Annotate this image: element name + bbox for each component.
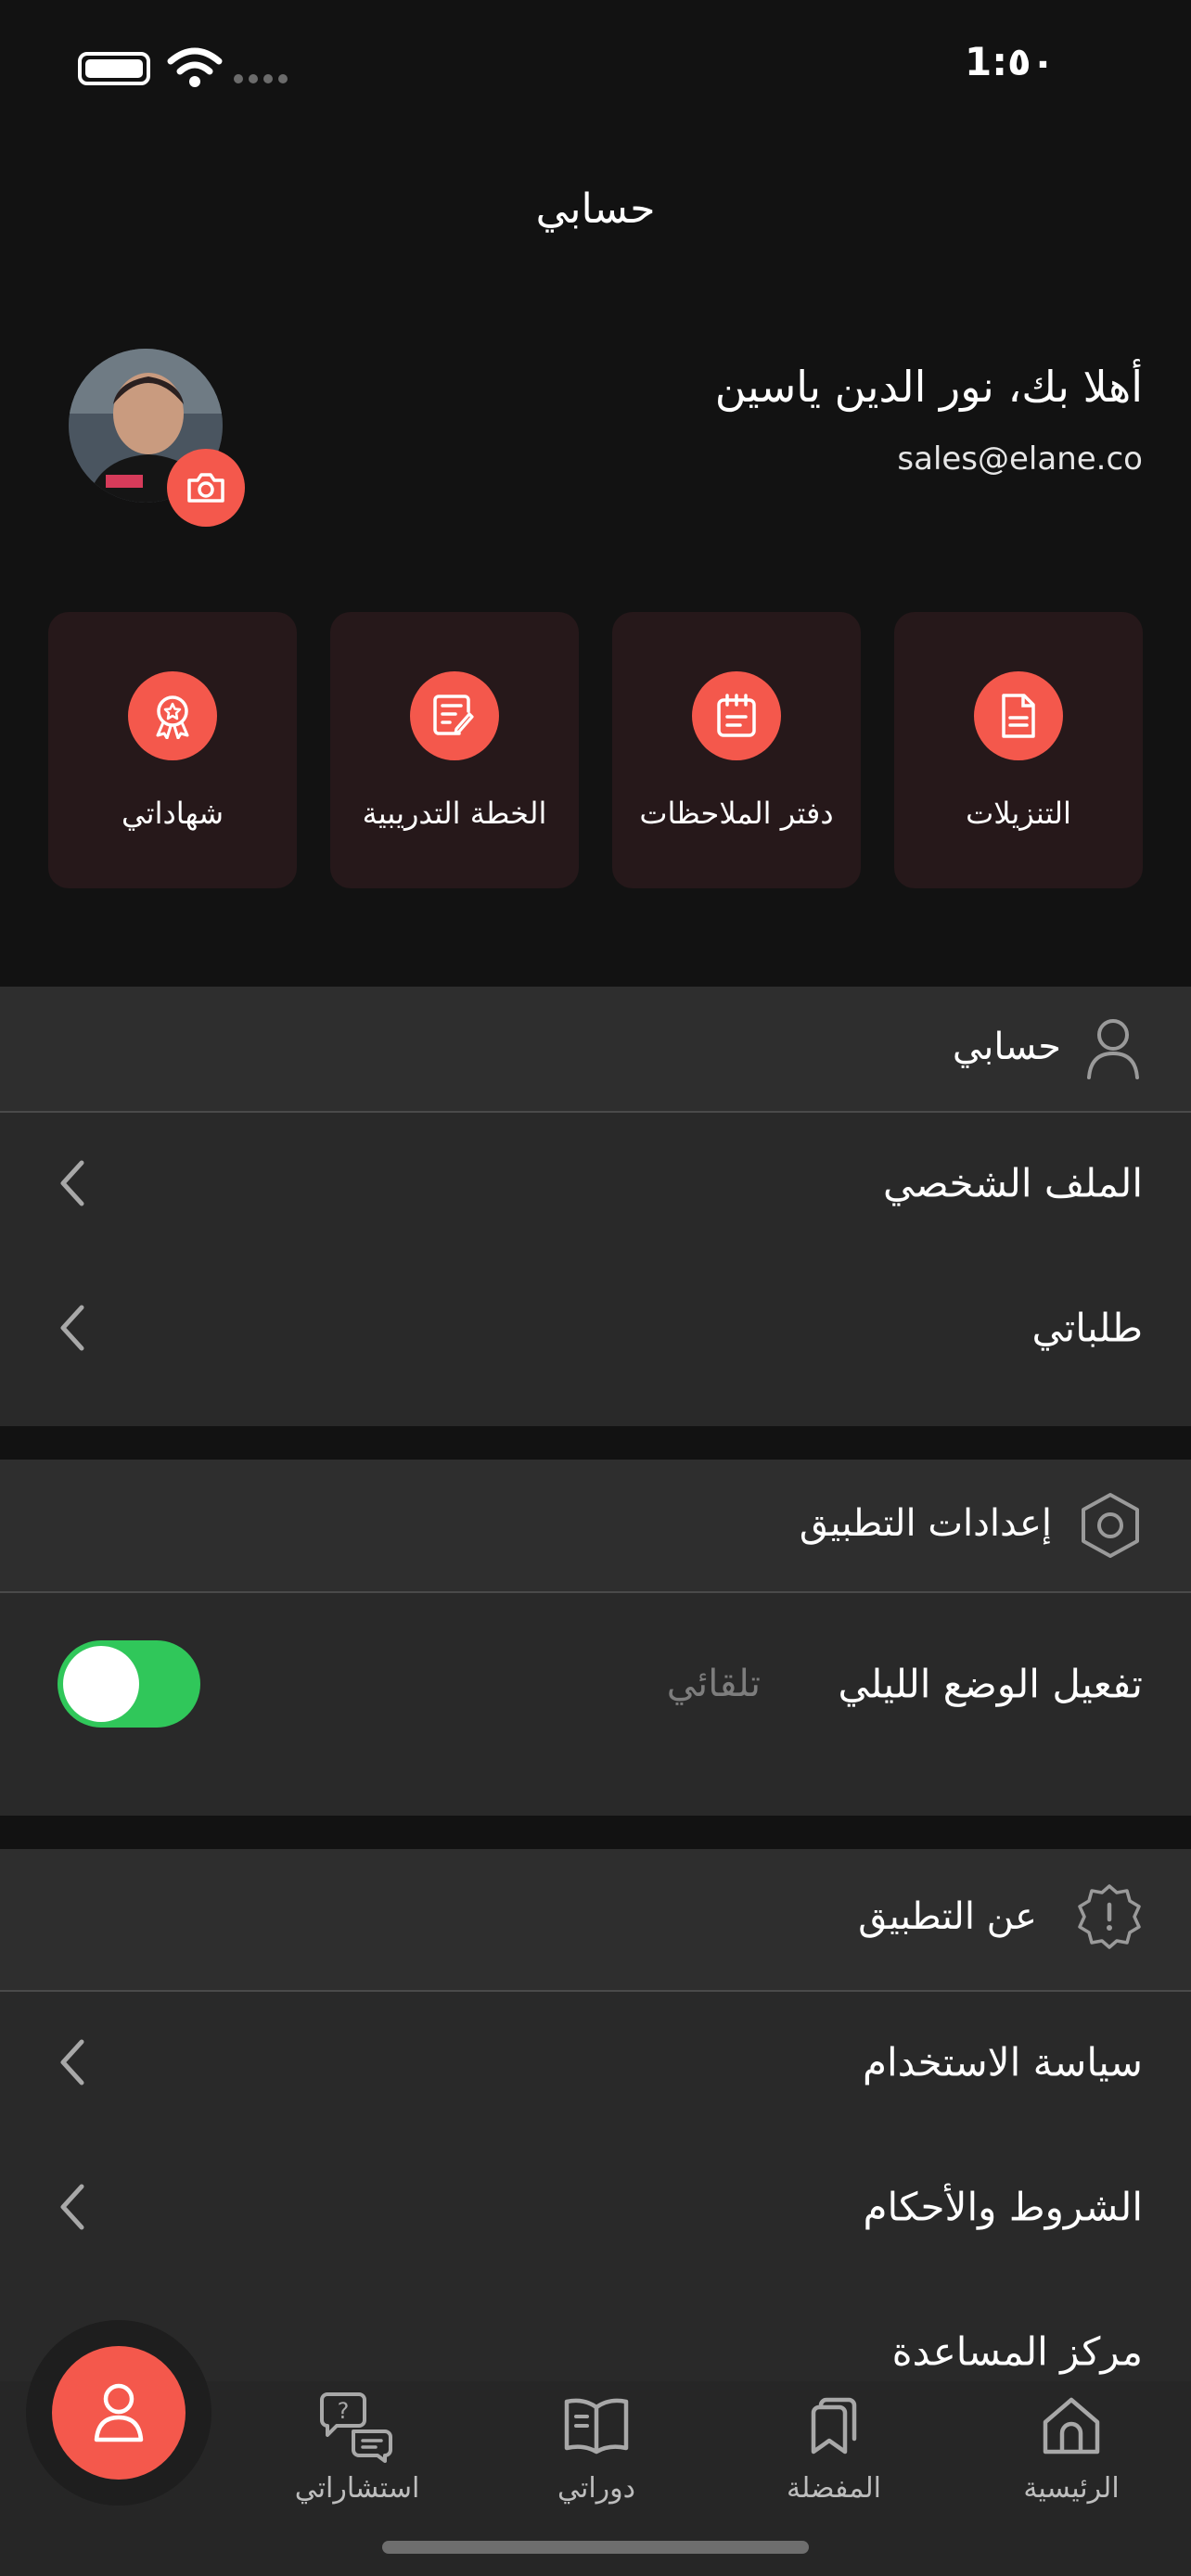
document-icon: [1002, 694, 1035, 738]
nav-home[interactable]: الرئيسية: [992, 2392, 1150, 2513]
info-badge-icon: [1078, 1884, 1141, 1949]
row-label: الملف الشخصي: [883, 1160, 1143, 1206]
award-icon: [156, 695, 189, 739]
card-label: دفتر الملاحظات: [639, 796, 834, 831]
bookmarks-icon: [811, 2397, 857, 2455]
about-section: عن التطبيق سياسة الاستخدام الشروط والأحك…: [0, 1849, 1191, 2405]
row-label: الشروط والأحكام: [863, 2184, 1143, 2230]
nav-my-courses[interactable]: دوراتي: [518, 2392, 675, 2513]
card-notebook[interactable]: دفتر الملاحظات: [612, 612, 861, 888]
card-training-plan[interactable]: الخطة التدريبية: [330, 612, 579, 888]
row-terms[interactable]: الشروط والأحكام: [0, 2135, 1191, 2279]
row-label: سياسة الاستخدام: [862, 2039, 1143, 2085]
section-title: عن التطبيق: [858, 1895, 1037, 1938]
toggle-knob: [63, 1646, 139, 1722]
chat-question-icon: ?: [320, 2392, 392, 2463]
wifi-icon: [167, 47, 223, 87]
signal-icon: [234, 65, 293, 83]
night-mode-label: تفعيل الوضع الليلي: [838, 1661, 1143, 1707]
account-section-header: حسابي: [0, 987, 1191, 1113]
section-title: إعدادات التطبيق: [799, 1502, 1052, 1545]
page-title: حسابي: [535, 185, 656, 233]
settings-section-header: إعدادات التطبيق: [0, 1460, 1191, 1593]
battery-icon: [78, 52, 150, 85]
chevron-left-icon: [60, 2039, 84, 2085]
user-email: sales@elane.co: [897, 440, 1143, 478]
section-title: حسابي: [952, 1026, 1061, 1068]
card-certificates[interactable]: شهاداتي: [48, 612, 297, 888]
about-section-header: عن التطبيق: [0, 1849, 1191, 1992]
chevron-left-icon: [60, 1305, 84, 1351]
night-mode-status: تلقائي: [666, 1663, 761, 1705]
night-mode-toggle[interactable]: [58, 1640, 200, 1728]
greeting-text: أهلا بك، نور الدين ياسين: [714, 362, 1143, 412]
nav-favorites[interactable]: المفضلة: [755, 2392, 913, 2513]
card-label: الخطة التدريبية: [362, 796, 547, 831]
camera-icon: [187, 473, 224, 503]
row-label: طلباتي: [1031, 1305, 1144, 1351]
nav-account-button[interactable]: [52, 2346, 186, 2480]
row-my-orders[interactable]: طلباتي: [0, 1256, 1191, 1400]
user-icon: [94, 2383, 144, 2442]
change-photo-button[interactable]: [167, 449, 245, 527]
settings-section: إعدادات التطبيق تفعيل الوضع الليلي تلقائ…: [0, 1460, 1191, 1816]
card-label: شهاداتي: [121, 796, 224, 831]
nav-label: دوراتي: [557, 2472, 636, 2505]
nav-label: استشاراتي: [294, 2472, 420, 2505]
settings-gear-icon: [1082, 1493, 1139, 1558]
nav-label: الرئيسية: [1023, 2472, 1120, 2505]
chevron-left-icon: [60, 2184, 84, 2230]
svg-text:?: ?: [338, 2398, 350, 2424]
row-label: مركز المساعدة: [891, 2328, 1143, 2375]
user-icon: [1087, 1019, 1139, 1079]
chevron-left-icon: [60, 1160, 84, 1206]
account-section: حسابي الملف الشخصي طلباتي: [0, 987, 1191, 1426]
home-icon: [1043, 2397, 1100, 2455]
nav-label: المفضلة: [786, 2472, 882, 2505]
card-label: التنزيلات: [966, 796, 1071, 831]
home-indicator: [382, 2541, 809, 2554]
row-usage-policy[interactable]: سياسة الاستخدام: [0, 1990, 1191, 2135]
nav-consultations[interactable]: ? استشاراتي: [278, 2392, 436, 2513]
status-time: 1:٥٠: [965, 39, 1056, 84]
open-book-icon: [564, 2398, 629, 2455]
edit-plan-icon: [433, 695, 474, 735]
card-downloads[interactable]: التنزيلات: [894, 612, 1143, 888]
row-night-mode: تفعيل الوضع الليلي تلقائي: [0, 1591, 1191, 1777]
row-profile[interactable]: الملف الشخصي: [0, 1111, 1191, 1256]
calendar-notes-icon: [717, 694, 756, 737]
